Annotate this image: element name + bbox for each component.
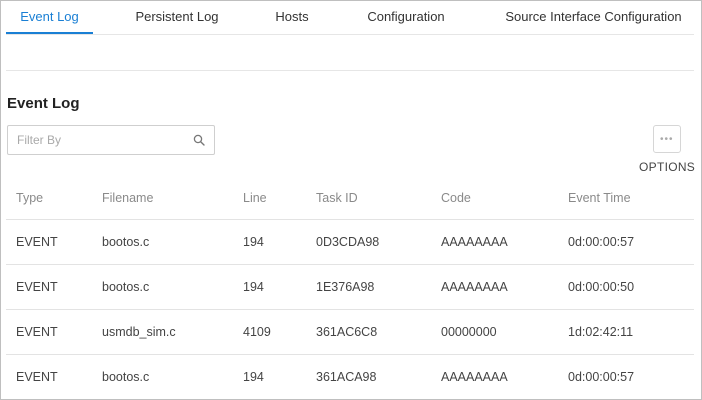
- table-header: Type Filename Line Task ID Code Event Ti…: [6, 176, 694, 220]
- section-title: Event Log: [7, 95, 80, 112]
- search-icon[interactable]: [193, 134, 205, 146]
- tab-source-interface-configuration[interactable]: Source Interface Configuration: [496, 1, 691, 33]
- tab-configuration[interactable]: Configuration: [361, 1, 451, 33]
- cell-code: AAAAAAAA: [441, 370, 508, 384]
- cell-type: EVENT: [16, 370, 58, 384]
- cell-code: AAAAAAAA: [441, 280, 508, 294]
- cell-line: 194: [243, 280, 264, 294]
- cell-type: EVENT: [16, 280, 58, 294]
- cell-task-id: 361AC6C8: [316, 325, 378, 339]
- more-dots-icon: •••: [660, 134, 674, 145]
- filter-box: [7, 125, 215, 155]
- cell-type: EVENT: [16, 235, 58, 249]
- cell-event-time: 0d:00:00:57: [568, 235, 635, 249]
- cell-line: 194: [243, 235, 264, 249]
- event-log-panel: Event Log Persistent Log Hosts Configura…: [0, 0, 702, 400]
- cell-event-time: 0d:00:00:57: [568, 370, 635, 384]
- cell-code: AAAAAAAA: [441, 235, 508, 249]
- cell-task-id: 361ACA98: [316, 370, 377, 384]
- cell-line: 194: [243, 370, 264, 384]
- cell-line: 4109: [243, 325, 271, 339]
- cell-filename: bootos.c: [102, 235, 150, 249]
- tab-persistent-log[interactable]: Persistent Log: [128, 1, 226, 33]
- table-row[interactable]: EVENT bootos.c 194 0D3CDA98 AAAAAAAA 0d:…: [6, 220, 694, 265]
- cell-event-time: 1d:02:42:11: [568, 325, 634, 339]
- column-header-type[interactable]: Type: [16, 176, 43, 219]
- table-row[interactable]: EVENT usmdb_sim.c 4109 361AC6C8 00000000…: [6, 310, 694, 355]
- cell-type: EVENT: [16, 325, 58, 339]
- filter-input[interactable]: [8, 126, 197, 154]
- options-label: OPTIONS: [639, 160, 696, 174]
- column-header-code[interactable]: Code: [441, 176, 471, 219]
- tab-bar: Event Log Persistent Log Hosts Configura…: [6, 1, 694, 35]
- cell-event-time: 0d:00:00:50: [568, 280, 635, 294]
- options-button[interactable]: •••: [653, 125, 681, 153]
- event-log-table: Type Filename Line Task ID Code Event Ti…: [6, 176, 694, 399]
- cell-task-id: 1E376A98: [316, 280, 375, 294]
- cell-filename: bootos.c: [102, 370, 150, 384]
- tab-hosts[interactable]: Hosts: [268, 1, 316, 33]
- column-header-event-time[interactable]: Event Time: [568, 176, 631, 219]
- divider: [6, 70, 694, 71]
- cell-filename: usmdb_sim.c: [102, 325, 176, 339]
- tab-event-log[interactable]: Event Log: [6, 1, 93, 34]
- column-header-filename[interactable]: Filename: [102, 176, 153, 219]
- table-row[interactable]: EVENT bootos.c 194 361ACA98 AAAAAAAA 0d:…: [6, 355, 694, 399]
- cell-task-id: 0D3CDA98: [316, 235, 380, 249]
- column-header-line[interactable]: Line: [243, 176, 267, 219]
- table-row[interactable]: EVENT bootos.c 194 1E376A98 AAAAAAAA 0d:…: [6, 265, 694, 310]
- cell-filename: bootos.c: [102, 280, 150, 294]
- column-header-task-id[interactable]: Task ID: [316, 176, 358, 219]
- cell-code: 00000000: [441, 325, 497, 339]
